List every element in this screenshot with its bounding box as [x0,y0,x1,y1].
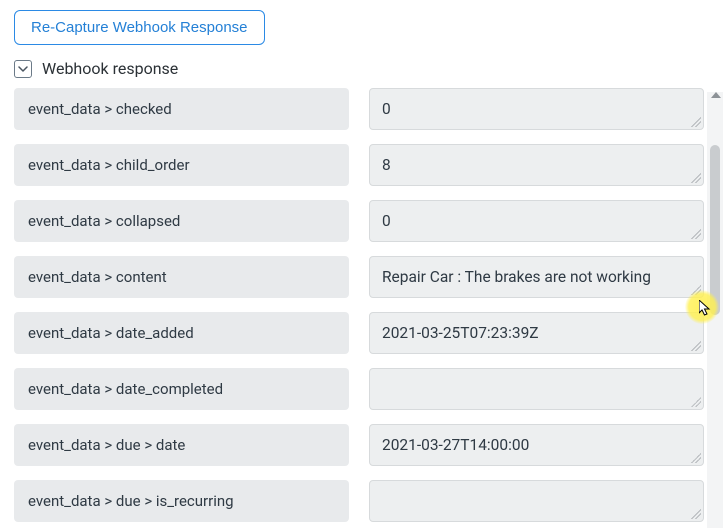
scrollbar-thumb[interactable] [710,145,720,315]
scrollbar-up-arrow-icon[interactable] [711,92,721,98]
response-value[interactable]: 2021-03-27T14:00:00 [369,424,704,466]
response-key: event_data > due > date [14,424,349,466]
response-value[interactable] [369,480,704,522]
response-row: event_data > checked 0 [14,88,714,130]
response-value[interactable]: 0 [369,88,704,130]
response-value[interactable]: 2021-03-25T07:23:39Z [369,312,704,354]
response-key: event_data > due > is_recurring [14,480,349,522]
response-rows: event_data > checked 0 event_data > chil… [14,88,714,522]
response-row: event_data > due > is_recurring [14,480,714,522]
response-value[interactable]: 0 [369,200,704,242]
response-key: event_data > checked [14,88,349,130]
response-value[interactable]: Repair Car : The brakes are not working [369,256,704,298]
response-key: event_data > collapsed [14,200,349,242]
chevron-down-icon [18,60,28,78]
response-row: event_data > date_added 2021-03-25T07:23… [14,312,714,354]
response-key: event_data > date_completed [14,368,349,410]
response-value[interactable] [369,368,704,410]
collapse-toggle[interactable] [14,60,32,78]
response-key: event_data > child_order [14,144,349,186]
response-row: event_data > due > date 2021-03-27T14:00… [14,424,714,466]
section-title: Webhook response [42,59,178,78]
response-row: event_data > content Repair Car : The br… [14,256,714,298]
response-row: event_data > child_order 8 [14,144,714,186]
section-header: Webhook response [14,59,726,78]
response-key: event_data > date_added [14,312,349,354]
response-row: event_data > collapsed 0 [14,200,714,242]
recapture-webhook-button[interactable]: Re-Capture Webhook Response [14,10,265,45]
response-row: event_data > date_completed [14,368,714,410]
response-value[interactable]: 8 [369,144,704,186]
response-key: event_data > content [14,256,349,298]
